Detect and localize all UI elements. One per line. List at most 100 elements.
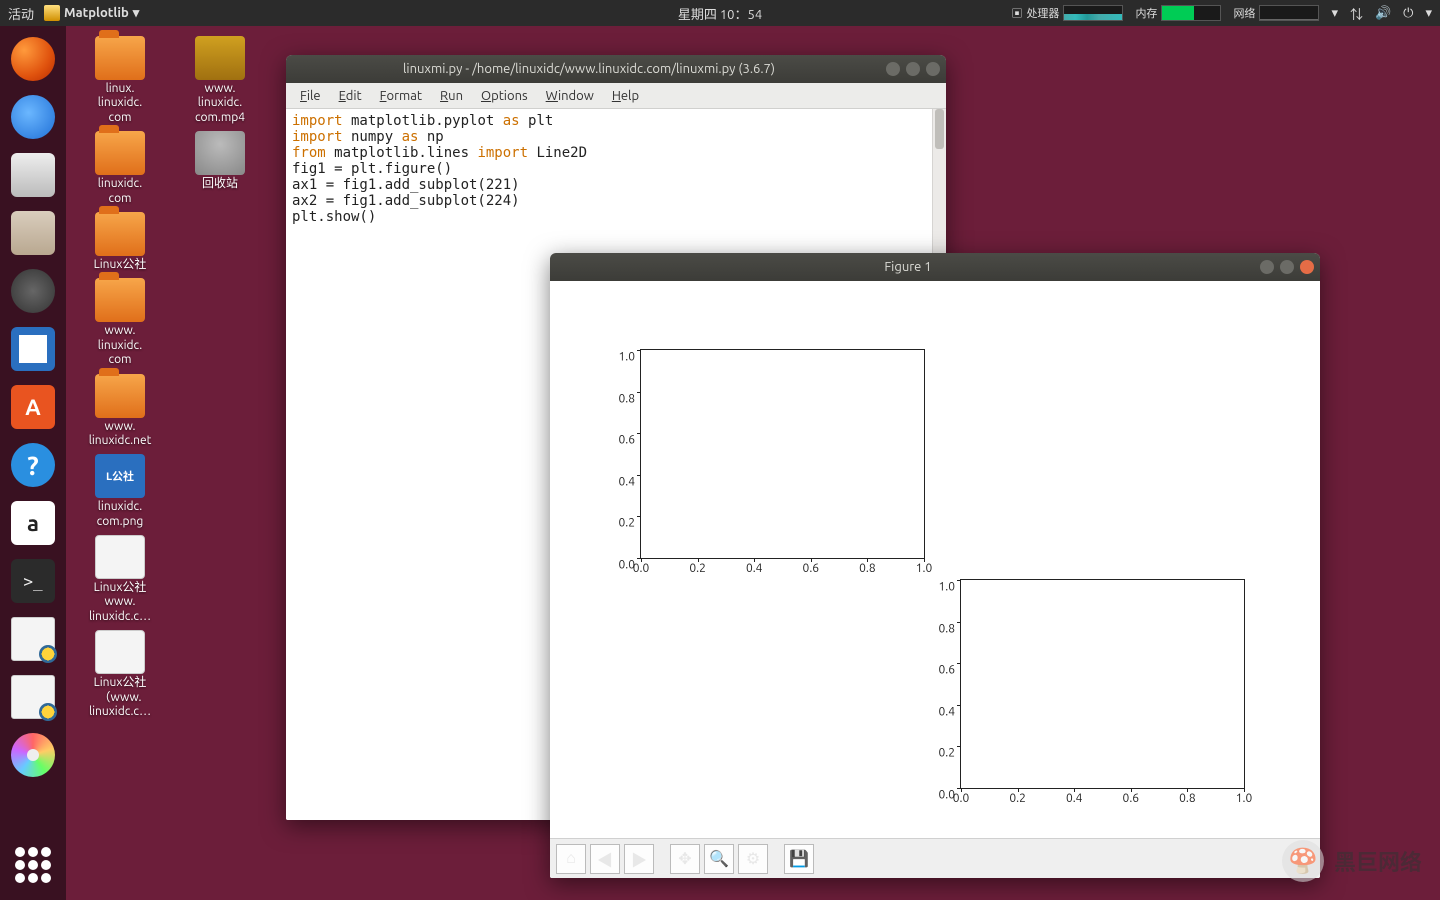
figtool-zoom[interactable]: 🔍 (704, 844, 734, 874)
menu-options[interactable]: Options (473, 86, 536, 106)
maximize-button[interactable] (906, 62, 920, 76)
files-icon (11, 211, 55, 255)
power-icon[interactable]: ⏻ (1403, 6, 1413, 21)
ytick-label: 0.2 (619, 517, 642, 530)
file-icon (95, 535, 145, 579)
figure-canvas[interactable]: 0.00.20.40.60.81.00.00.20.40.60.81.0 0.0… (550, 281, 1320, 838)
dock-firefox[interactable] (8, 34, 58, 84)
close-button[interactable] (926, 62, 940, 76)
sysmon-cpu[interactable]: ▣ 处理器 (1011, 5, 1123, 21)
ytick-label: 0.6 (939, 664, 962, 677)
firefox-icon (11, 37, 55, 81)
maximize-button[interactable] (1280, 260, 1294, 274)
app-menu[interactable]: Matplotlib ▾ (44, 5, 139, 21)
music-icon (11, 269, 55, 313)
desktop-icon[interactable]: linux.linuxidc.com (75, 36, 165, 125)
figure-toolbar: ⌂◀▶ ✥🔍⚙ 💾 (550, 838, 1320, 878)
ytick-label: 0.2 (939, 747, 962, 760)
folder-icon (95, 278, 145, 322)
matplotlib-figure-window: Figure 1 0.00.20.40.60.81.00.00.20.40.60… (550, 253, 1320, 878)
desktop-icon[interactable]: www.linuxidc.net (75, 374, 165, 449)
writer-icon (11, 327, 55, 371)
app-menu-label: Matplotlib (64, 6, 129, 20)
matplotlib-icon (44, 5, 60, 21)
menu-run[interactable]: Run (432, 86, 471, 106)
figtool-home[interactable]: ⌂ (556, 844, 586, 874)
net-graph (1259, 5, 1319, 21)
cpu-graph (1063, 5, 1123, 21)
python-file-1-icon (11, 617, 55, 661)
menu-window[interactable]: Window (538, 86, 602, 106)
desktop-icon[interactable]: L公社linuxidc.com.png (75, 454, 165, 529)
desktop-icon-label: 回收站 (175, 177, 265, 191)
input-source-icon[interactable]: ▾ (1331, 6, 1338, 21)
help-icon: ? (11, 443, 55, 487)
folder-icon (95, 36, 145, 80)
dock-software[interactable]: A (8, 382, 58, 432)
desktop-icon[interactable]: www.linuxidc.com.mp4 (175, 36, 265, 125)
desktop-icon[interactable]: Linux公社（www.linuxidc.c… (75, 630, 165, 719)
dock-writer[interactable] (8, 324, 58, 374)
chevron-down-icon: ▾ (133, 6, 140, 21)
desktop-icon-label: www.linuxidc.com (75, 324, 165, 367)
folder-icon (95, 212, 145, 256)
dock-camera[interactable] (8, 150, 58, 200)
scrollbar-thumb[interactable] (935, 109, 944, 149)
dock-help[interactable]: ? (8, 440, 58, 490)
thunderbird-icon (11, 95, 55, 139)
editor-titlebar[interactable]: linuxmi.py - /home/linuxidc/www.linuxidc… (286, 55, 946, 83)
ytick-label: 0.6 (619, 434, 642, 447)
folder-icon (95, 131, 145, 175)
desktop-icon[interactable]: www.linuxidc.com (75, 278, 165, 367)
volume-icon[interactable]: 🔊 (1375, 6, 1391, 21)
menu-help[interactable]: Help (604, 86, 647, 106)
sysmon-mem[interactable]: 内存 (1135, 5, 1221, 21)
dock-files[interactable] (8, 208, 58, 258)
figtool-subplots[interactable]: ⚙ (738, 844, 768, 874)
close-button[interactable] (1300, 260, 1314, 274)
clock[interactable]: 星期四 10：54 (678, 4, 762, 23)
figtool-save[interactable]: 💾 (784, 844, 814, 874)
watermark-text: 黑巨网络 (1334, 845, 1422, 877)
figtool-pan[interactable]: ✥ (670, 844, 700, 874)
minimize-button[interactable] (1260, 260, 1274, 274)
chevron-down-icon[interactable]: ▾ (1425, 6, 1432, 21)
watermark: 🍄 黑巨网络 (1282, 840, 1422, 882)
camera-icon (11, 153, 55, 197)
ytick-label: 0.8 (939, 622, 962, 635)
desktop-icon[interactable]: Linux公社www.linuxidc.c… (75, 535, 165, 624)
dock-thunderbird[interactable] (8, 92, 58, 142)
desktop-icon[interactable]: 回收站 (175, 131, 265, 206)
dock: A? a >_ (0, 26, 66, 900)
show-applications-button[interactable] (8, 840, 58, 890)
activities-button[interactable]: 活动 (8, 4, 34, 23)
figure-titlebar[interactable]: Figure 1 (550, 253, 1320, 281)
desktop-icon-label: linuxidc.com.png (75, 500, 165, 529)
desktop-icon[interactable]: linuxidc.com (75, 131, 165, 206)
menu-file[interactable]: File (292, 86, 329, 106)
figtool-back[interactable]: ◀ (590, 844, 620, 874)
network-icon[interactable]: ⇅ (1350, 4, 1363, 23)
dock-amazon[interactable]: a (8, 498, 58, 548)
dock-music[interactable] (8, 266, 58, 316)
terminal-icon: >_ (11, 559, 55, 603)
desktop-icon[interactable]: Linux公社 (75, 212, 165, 272)
sysmon-net[interactable]: 网络 (1233, 5, 1319, 21)
software-icon: A (11, 385, 55, 429)
ytick-label: 0.4 (939, 705, 962, 718)
top-panel: 活动 Matplotlib ▾ 星期四 10：54 ▣ 处理器 内存 网络 ▾ … (0, 0, 1440, 26)
dock-terminal[interactable]: >_ (8, 556, 58, 606)
ytick-label: 0.8 (619, 392, 642, 405)
editor-menubar: FileEditFormatRunOptionsWindowHelp (286, 83, 946, 109)
menu-edit[interactable]: Edit (331, 86, 370, 106)
menu-format[interactable]: Format (372, 86, 430, 106)
mem-graph (1161, 5, 1221, 21)
desktop-icons: linux.linuxidc.comwww.linuxidc.com.mp4li… (75, 36, 265, 719)
ytick-label: 1.0 (619, 351, 642, 364)
dock-python-file-2[interactable] (8, 672, 58, 722)
cd-icon (11, 733, 55, 777)
dock-python-file-1[interactable] (8, 614, 58, 664)
minimize-button[interactable] (886, 62, 900, 76)
dock-cd[interactable] (8, 730, 58, 780)
figtool-forward[interactable]: ▶ (624, 844, 654, 874)
